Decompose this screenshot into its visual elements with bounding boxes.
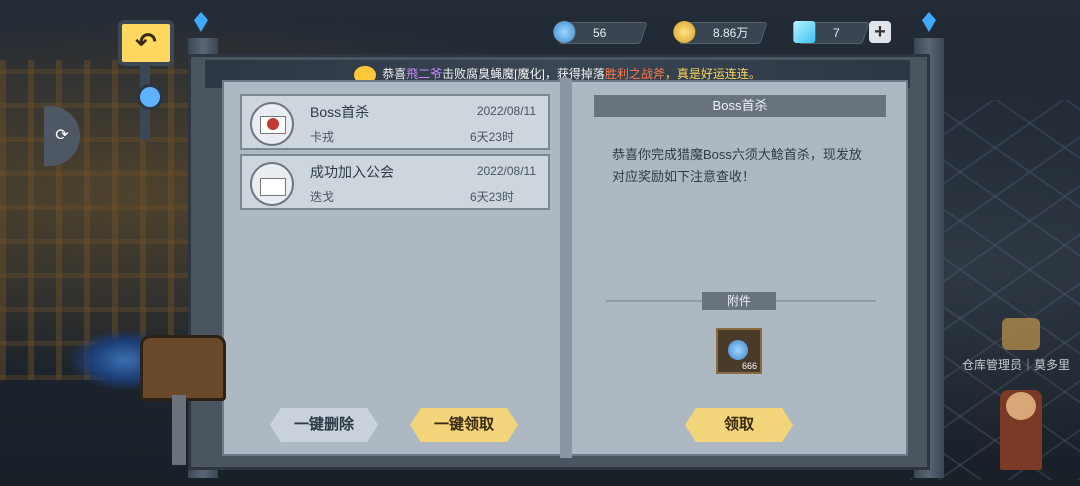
gold-count: 8.86万 <box>713 26 749 40</box>
mailbox-pole <box>172 395 186 465</box>
mail-sender: 迭戈 <box>310 190 335 204</box>
mail-sender: 卡戎 <box>310 130 335 144</box>
envelope-icon <box>260 178 286 196</box>
npc-label: 仓库管理员｜莫多里 <box>962 358 1071 372</box>
mail-item[interactable]: Boss首杀 2022/08/11 卡戎 6天23时 <box>240 94 550 150</box>
attachment-item[interactable]: 666 <box>716 328 762 374</box>
delete-all-button[interactable]: 一键删除 <box>270 408 378 442</box>
background-scaffold <box>0 60 200 380</box>
npc-head <box>1006 392 1036 420</box>
wax-seal-icon <box>267 118 279 130</box>
mail-date: 2022/08/11 <box>476 104 536 118</box>
player-name: 飛二爷 <box>406 67 443 81</box>
orb-count: 56 <box>593 26 607 40</box>
book-spine <box>560 78 572 458</box>
attachment-label: 附件 <box>702 292 776 310</box>
add-currency-button[interactable]: + <box>869 21 891 43</box>
claim-all-button[interactable]: 一键领取 <box>410 408 518 442</box>
open-mail-icon <box>250 162 294 206</box>
mail-title: 成功加入公会 <box>310 164 394 180</box>
mail-detail-page <box>568 80 908 456</box>
detail-message: 恭喜你完成猎魔Boss六须大鲶首杀，现发放对应奖励如下注意查收！ <box>612 147 862 184</box>
blue-orb-icon <box>728 340 748 360</box>
detail-title: Boss首杀 <box>594 95 886 117</box>
mail-item[interactable]: 成功加入公会 2022/08/11 迭戈 6天23时 <box>240 154 550 210</box>
warehouse-icon[interactable] <box>1002 318 1040 350</box>
diamond-currency: 7 <box>793 21 870 44</box>
item-name: 胜利之战斧 <box>604 67 665 81</box>
back-arrow-icon[interactable]: ↶ <box>118 20 174 66</box>
diamond-count: 7 <box>833 26 840 40</box>
mail-title: Boss首杀 <box>310 104 370 120</box>
attachment-count: 666 <box>741 361 757 371</box>
sealed-mail-icon <box>250 102 294 146</box>
gem-icon <box>137 84 163 110</box>
mail-expiry: 6天23时 <box>469 190 514 204</box>
mail-expiry: 6天23时 <box>469 130 514 144</box>
claim-button[interactable]: 领取 <box>685 408 793 442</box>
mail-date: 2022/08/11 <box>476 164 536 178</box>
gold-currency: 8.86万 <box>673 21 768 44</box>
orb-currency: 56 <box>553 21 648 44</box>
mailbox-icon <box>140 335 226 401</box>
